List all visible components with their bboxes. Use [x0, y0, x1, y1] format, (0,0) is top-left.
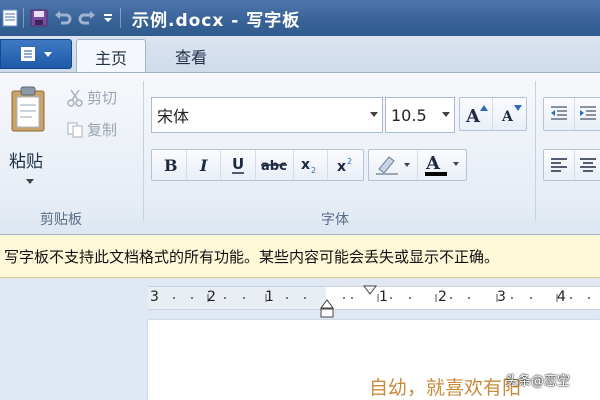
copy-label: 复制: [87, 121, 118, 139]
bold-button[interactable]: B: [152, 150, 187, 180]
paste-button[interactable]: 粘贴: [6, 81, 50, 191]
shrink-font-button[interactable]: A: [493, 98, 526, 130]
app-system-icon[interactable]: [0, 6, 20, 30]
grow-font-icon: A: [465, 105, 488, 125]
subscript-button[interactable]: x2: [294, 150, 329, 180]
indent-group: [543, 97, 600, 131]
alignment-group: [543, 149, 600, 181]
color-group: A: [368, 149, 467, 181]
svg-text:B: B: [164, 156, 177, 174]
strikethrough-button[interactable]: abc: [256, 150, 294, 180]
ruler-tick-label: 3: [497, 289, 506, 305]
message-text: 写字板不支持此文档格式的所有功能。某些内容可能会丢失或显示不正确。: [4, 247, 500, 266]
svg-text:A: A: [425, 153, 441, 174]
italic-icon: I: [199, 156, 208, 174]
highlight-color-button[interactable]: [369, 150, 418, 180]
subscript-icon: x2: [301, 157, 316, 174]
decrease-indent-icon: [550, 106, 567, 120]
save-icon[interactable]: [27, 6, 51, 30]
tab-view[interactable]: 查看: [156, 39, 226, 73]
first-line-indent-marker[interactable]: [362, 284, 378, 298]
redo-icon[interactable]: [75, 6, 99, 30]
font-group-label: 字体: [321, 212, 349, 228]
grow-font-button[interactable]: A: [460, 98, 494, 130]
svg-text:I: I: [199, 156, 208, 174]
superscript-button[interactable]: x2: [328, 150, 363, 180]
tab-home[interactable]: 主页: [76, 39, 146, 73]
shrink-font-icon: A: [501, 105, 522, 125]
align-left-icon: [550, 158, 567, 172]
font-size-select[interactable]: 10.5: [385, 97, 455, 133]
font-grow-shrink-group: A A: [459, 97, 527, 131]
application-menu-button[interactable]: [0, 39, 72, 69]
toolbar-separator: [23, 8, 24, 28]
chevron-down-icon: [26, 179, 34, 184]
underline-icon: U: [232, 155, 244, 174]
ribbon: 粘贴 剪切 复制 剪贴板 宋体 10.5 A A B I U abc x 2 x…: [0, 72, 600, 235]
toolbar-separator: [120, 8, 121, 28]
font-family-select[interactable]: 宋体: [151, 97, 383, 133]
text-color-swatch: [425, 172, 447, 176]
italic-button[interactable]: I: [187, 150, 222, 180]
chevron-down-icon: [44, 52, 52, 57]
document-body-text: 自幼，就喜欢有阳: [369, 377, 522, 399]
text-color-button[interactable]: A: [418, 150, 466, 180]
customize-toolbar-icon[interactable]: [99, 6, 117, 30]
decrease-indent-button[interactable]: [544, 98, 575, 130]
title-bar: 示例.docx - 写字板: [0, 0, 600, 36]
svg-text:U: U: [232, 155, 244, 173]
group-separator: [143, 81, 144, 221]
highlighter-icon: [376, 156, 410, 175]
strikethrough-icon: abc: [261, 159, 288, 174]
clipboard-group-label: 剪贴板: [40, 212, 82, 228]
svg-text:x: x: [301, 157, 310, 173]
ruler-tick-label: 1: [265, 289, 274, 305]
watermark: 头条@恋空: [505, 374, 571, 389]
align-left-button[interactable]: [544, 150, 575, 180]
svg-text:abc: abc: [261, 159, 287, 174]
chevron-down-icon: [438, 112, 454, 118]
ruler-tick-label: 1: [379, 289, 388, 305]
align-center-button[interactable]: [575, 150, 600, 180]
text-format-group: B I U abc x2 x2: [151, 149, 364, 181]
font-size-value: 10.5: [391, 105, 427, 125]
cut-button[interactable]: 剪切: [66, 87, 117, 108]
group-separator: [535, 81, 536, 221]
font-family-value: 宋体: [157, 107, 190, 126]
document-menu-icon: [21, 47, 35, 61]
compatibility-message-bar: 写字板不支持此文档格式的所有功能。某些内容可能会丢失或显示不正确。: [0, 235, 600, 278]
svg-text:x: x: [337, 159, 346, 174]
svg-text:2: 2: [311, 166, 316, 174]
window-title: 示例.docx - 写字板: [132, 10, 301, 31]
copy-button[interactable]: 复制: [66, 119, 117, 140]
copy-icon: [67, 122, 83, 137]
chevron-down-icon: [366, 112, 382, 118]
increase-indent-button[interactable]: [575, 98, 600, 130]
svg-text:2: 2: [347, 157, 352, 166]
svg-text:A: A: [465, 106, 481, 125]
svg-text:A: A: [501, 109, 514, 125]
ruler-tick-label: 2: [438, 289, 447, 305]
underline-button[interactable]: U: [221, 150, 257, 180]
ribbon-tab-row: 主页 查看: [0, 36, 600, 73]
ruler-tick-label: 2: [207, 289, 216, 305]
align-center-icon: [580, 158, 597, 172]
increase-indent-icon: [580, 106, 597, 120]
paste-label: 粘贴: [9, 152, 43, 172]
ruler-tick-label: 3: [150, 289, 159, 305]
cut-label: 剪切: [87, 89, 118, 107]
scissors-icon: [67, 89, 83, 107]
bold-icon: B: [164, 156, 177, 174]
clipboard-icon: [11, 86, 45, 132]
ruler-tick-label: 4: [557, 289, 566, 305]
left-indent-marker[interactable]: [319, 284, 335, 320]
superscript-icon: x2: [337, 157, 352, 174]
undo-icon[interactable]: [51, 6, 75, 30]
text-color-icon: A: [425, 153, 459, 176]
